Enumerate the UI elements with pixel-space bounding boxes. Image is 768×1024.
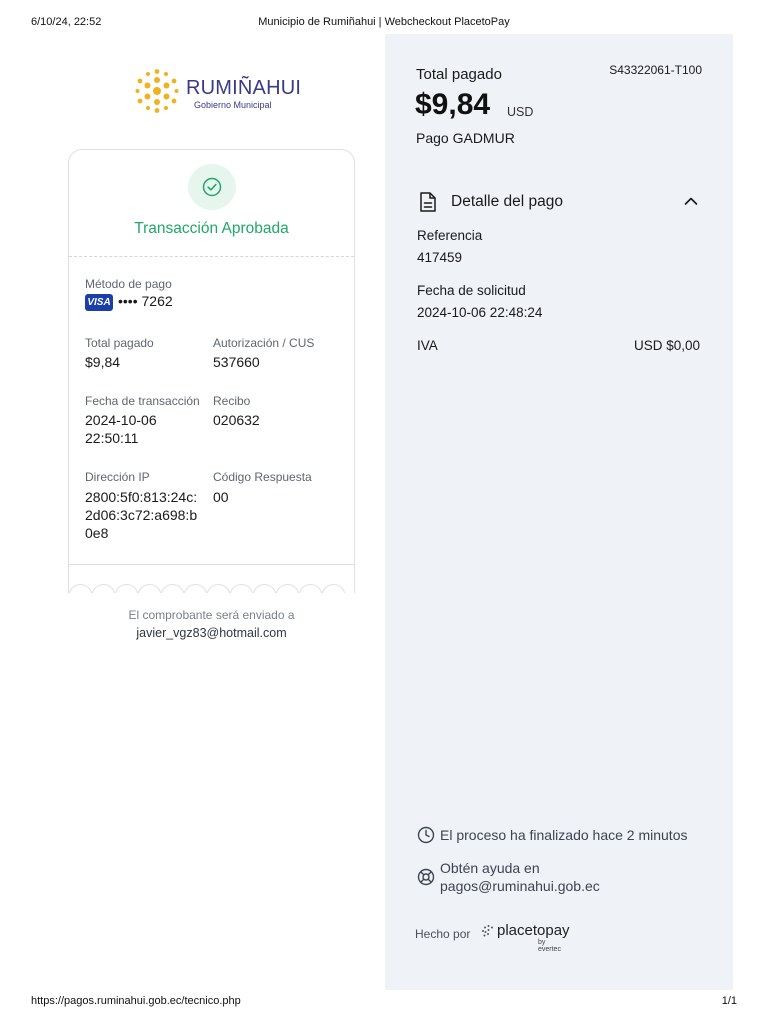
order-reference-code: S43322061-T100 bbox=[609, 63, 702, 77]
ip-address-line: 2800:5f0:813:24c: bbox=[85, 489, 198, 505]
provider-name: placetopay bbox=[497, 922, 570, 939]
flower-logo-icon bbox=[135, 69, 179, 113]
reference-label: Referencia bbox=[417, 228, 483, 243]
brand-subtitle: Gobierno Municipal bbox=[194, 100, 272, 110]
receipt-value: 020632 bbox=[213, 412, 260, 428]
response-code-value: 00 bbox=[213, 489, 229, 505]
iva-label: IVA bbox=[417, 338, 438, 353]
visa-icon: VISA bbox=[85, 294, 113, 311]
payment-method-label: Método de pago bbox=[85, 277, 172, 291]
ruminahui-logo: RUMIÑAHUI Gobierno Municipal bbox=[135, 68, 301, 116]
summary-currency: USD bbox=[507, 105, 534, 119]
payment-description: Pago GADMUR bbox=[416, 130, 515, 146]
clock-icon bbox=[417, 826, 435, 844]
chevron-up-icon[interactable] bbox=[684, 196, 698, 206]
print-page-number: 1/1 bbox=[721, 995, 737, 1007]
request-date-label: Fecha de solicitud bbox=[417, 283, 526, 298]
process-status-text: El proceso ha finalizado hace 2 minutos bbox=[440, 827, 688, 843]
ip-address-label: Dirección IP bbox=[85, 470, 150, 484]
provider-by: by evertec bbox=[538, 939, 561, 953]
document-icon bbox=[420, 192, 436, 212]
iva-value: USD $0,00 bbox=[633, 338, 700, 353]
check-circle-icon bbox=[202, 177, 222, 197]
transaction-status: Transacción Aprobada bbox=[134, 220, 289, 237]
ip-address-line: 2d06:3c72:a698:b bbox=[85, 507, 198, 523]
email-note: El comprobante será enviado a bbox=[128, 608, 295, 622]
authorization-value: 537660 bbox=[213, 354, 260, 370]
transaction-date-value: 2024-10-06 bbox=[85, 412, 157, 428]
receipt-email: javier_vgz83@hotmail.com bbox=[136, 626, 287, 640]
divider bbox=[69, 256, 354, 257]
payment-summary-panel: Total pagado S43322061-T100 $9,84 USD Pa… bbox=[385, 34, 733, 990]
print-header: 6/10/24, 22:52 Municipio de Rumiñahui | … bbox=[0, 16, 768, 30]
help-text: Obtén ayuda en bbox=[440, 860, 540, 876]
lifebuoy-icon bbox=[417, 868, 435, 886]
placetopay-dots-icon bbox=[482, 925, 493, 937]
brand-name: RUMIÑAHUI bbox=[186, 77, 302, 99]
card-number: •••• 7262 bbox=[118, 293, 173, 309]
divider bbox=[69, 564, 354, 565]
payment-detail-title: Detalle del pago bbox=[451, 193, 564, 210]
total-paid-label: Total pagado bbox=[85, 336, 154, 350]
made-by-label: Hecho por bbox=[415, 927, 471, 941]
receipt-label: Recibo bbox=[213, 394, 251, 408]
success-badge bbox=[188, 164, 236, 210]
ticket-edge bbox=[69, 584, 346, 593]
reference-value: 417459 bbox=[417, 250, 463, 265]
ip-address-line: 0e8 bbox=[85, 525, 109, 541]
request-date-value: 2024-10-06 22:48:24 bbox=[417, 305, 543, 320]
summary-total-label: Total pagado bbox=[416, 66, 502, 83]
authorization-label: Autorización / CUS bbox=[213, 336, 315, 350]
print-title: Municipio de Rumiñahui | Webcheckout Pla… bbox=[258, 16, 510, 28]
response-code-label: Código Respuesta bbox=[213, 470, 312, 484]
transaction-date-label: Fecha de transacción bbox=[85, 394, 200, 408]
help-email-link[interactable]: pagos@ruminahui.gob.ec bbox=[440, 877, 600, 895]
print-url: https://pagos.ruminahui.gob.ec/tecnico.p… bbox=[31, 995, 241, 1007]
summary-amount: $9,84 bbox=[415, 88, 491, 121]
total-paid-value: $9,84 bbox=[85, 354, 121, 370]
receipt-card: Transacción Aprobada Método de pago VISA… bbox=[68, 149, 355, 593]
transaction-time-value: 22:50:11 bbox=[85, 430, 139, 446]
